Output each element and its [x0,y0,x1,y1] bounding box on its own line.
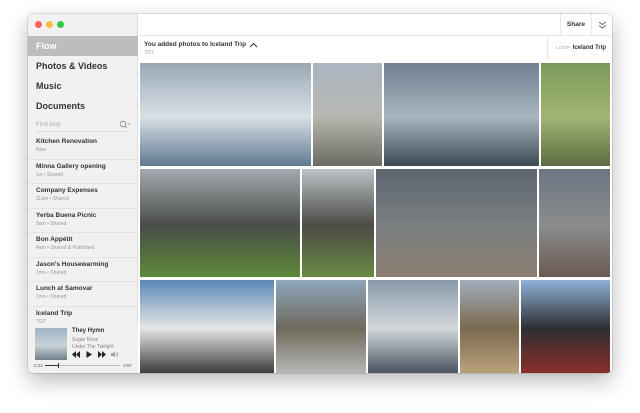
track-artist: Sugar Rose [72,337,99,343]
share-button[interactable]: Share [559,14,592,36]
list-item-meta: 1mo • Shared [36,269,67,276]
search-icon[interactable] [119,120,130,129]
main-content: Share You added photos to Iceland Trip 7… [138,14,612,373]
nav-item-photos-videos[interactable]: Photos & Videos [28,56,138,76]
photo-glacier-lagoon[interactable] [140,63,311,166]
track-title: They Hymn [72,328,105,334]
play-icon[interactable] [85,351,93,358]
list-item-title: Company Expenses [36,187,98,194]
photo-geothermal[interactable] [539,169,610,277]
window-controls [35,21,64,28]
progress-fill [45,365,58,366]
photo-town-house[interactable] [140,280,274,373]
search-input[interactable]: Find loop [36,118,130,132]
playback-controls [72,351,119,358]
list-item[interactable]: Minna Gallery opening 1w • Shared [28,160,138,184]
activity-title: You added photos to Iceland Trip [144,41,247,48]
list-item-meta: 9am • Shared [36,220,67,227]
minimize-icon[interactable] [46,21,53,28]
nav-item-flow[interactable]: Flow [28,36,138,56]
photo-gravel-road[interactable] [460,280,519,373]
progress-scrubber[interactable] [45,363,120,368]
volume-icon[interactable] [111,351,119,358]
rewind-icon[interactable] [72,351,80,358]
activity-date: 7/27 [144,50,154,56]
list-item-title: Yerba Buena Picnic [36,211,97,219]
sidebar-nav: Flow Photos & Videos Music Documents [28,36,138,116]
loop-list: Kitchen Renovation Now Minna Gallery ope… [28,135,138,331]
list-item-title: Minna Gallery opening [36,162,106,170]
list-item-meta: Now [36,147,47,153]
zoom-icon[interactable] [57,21,64,28]
list-item[interactable]: Company Expenses 11am • Shared [28,184,138,209]
close-icon[interactable] [35,21,42,28]
list-item-title: Kitchen Renovation [36,138,98,145]
music-player: They Hymn Sugar Rose Under The Twilight … [28,324,138,373]
list-item-title: Bon Appétit [36,236,73,243]
photo-stormy-coast[interactable] [376,169,537,277]
list-item-meta: 11am • Shared [36,196,69,202]
photo-black-house[interactable] [521,280,610,373]
album-cover[interactable] [35,328,67,360]
divider [547,38,548,60]
photo-reykjavik[interactable] [313,63,382,166]
list-item-title: Lunch at Samovar [36,285,93,292]
list-item[interactable]: Lunch at Samovar 1mo • Shared [28,282,138,307]
loop-link[interactable]: LOOP Iceland Trip [556,45,606,51]
photo-lava-canyon[interactable] [140,169,300,277]
list-item[interactable]: Bon Appétit 4am • Shared & Published [28,233,138,258]
loop-label: LOOP [556,45,571,50]
search-placeholder: Find loop [36,122,61,128]
list-item[interactable]: Kitchen Renovation Now [28,135,138,160]
progress-knob[interactable] [57,363,59,368]
track-album: Under The Twilight [72,344,114,350]
list-item[interactable]: Yerba Buena Picnic 9am • Shared [28,209,138,233]
sidebar: Flow Photos & Videos Music Documents Fin… [28,14,138,373]
list-item-meta: 1mo • Shared [36,294,67,300]
photo-fjord[interactable] [368,280,458,373]
nav-item-music[interactable]: Music [28,76,138,96]
chevron-up-icon[interactable] [249,42,258,48]
photo-hillside[interactable] [541,63,610,166]
fast-forward-icon[interactable] [98,351,106,358]
photo-gorge[interactable] [302,169,374,277]
photo-waterfall[interactable] [384,63,539,166]
time-elapsed: 0:24 [34,363,43,368]
list-item-title: Iceland Trip [36,309,73,317]
list-item[interactable]: Jason's Housewarming 1mo • Shared [28,258,138,282]
photo-plain[interactable] [276,280,366,373]
list-item-meta: 4am • Shared & Published [36,245,95,251]
list-item-title: Jason's Housewarming [36,260,109,268]
time-remaining: 3:57 [123,363,132,368]
toolbar: Share [138,14,612,36]
loop-name: Iceland Trip [572,45,606,51]
nav-item-documents[interactable]: Documents [28,96,138,116]
chevron-double-down-icon[interactable] [598,21,607,29]
list-item-meta: 1w • Shared [36,171,64,178]
app-window: Flow Photos & Videos Music Documents Fin… [28,14,612,373]
